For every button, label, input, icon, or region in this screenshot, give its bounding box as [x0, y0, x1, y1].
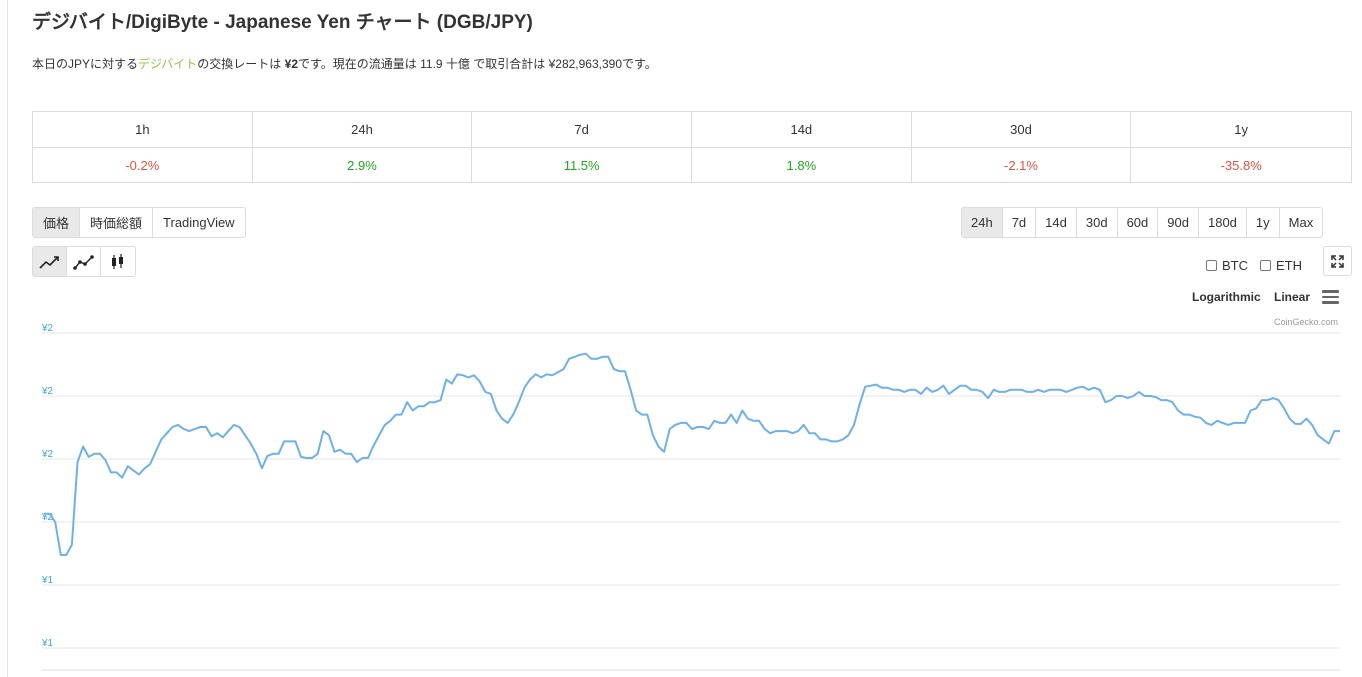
y-tick-label: ¥2 [41, 386, 54, 397]
y-tick-label: ¥1 [41, 575, 54, 586]
y-tick-label: ¥2 [41, 449, 54, 460]
y-tick-label: ¥1 [41, 638, 54, 649]
price-series-line[interactable] [44, 352, 1340, 556]
price-chart: ¥2¥2¥2¥2¥1¥1 [41, 323, 1340, 671]
y-tick-label: ¥2 [41, 323, 54, 334]
